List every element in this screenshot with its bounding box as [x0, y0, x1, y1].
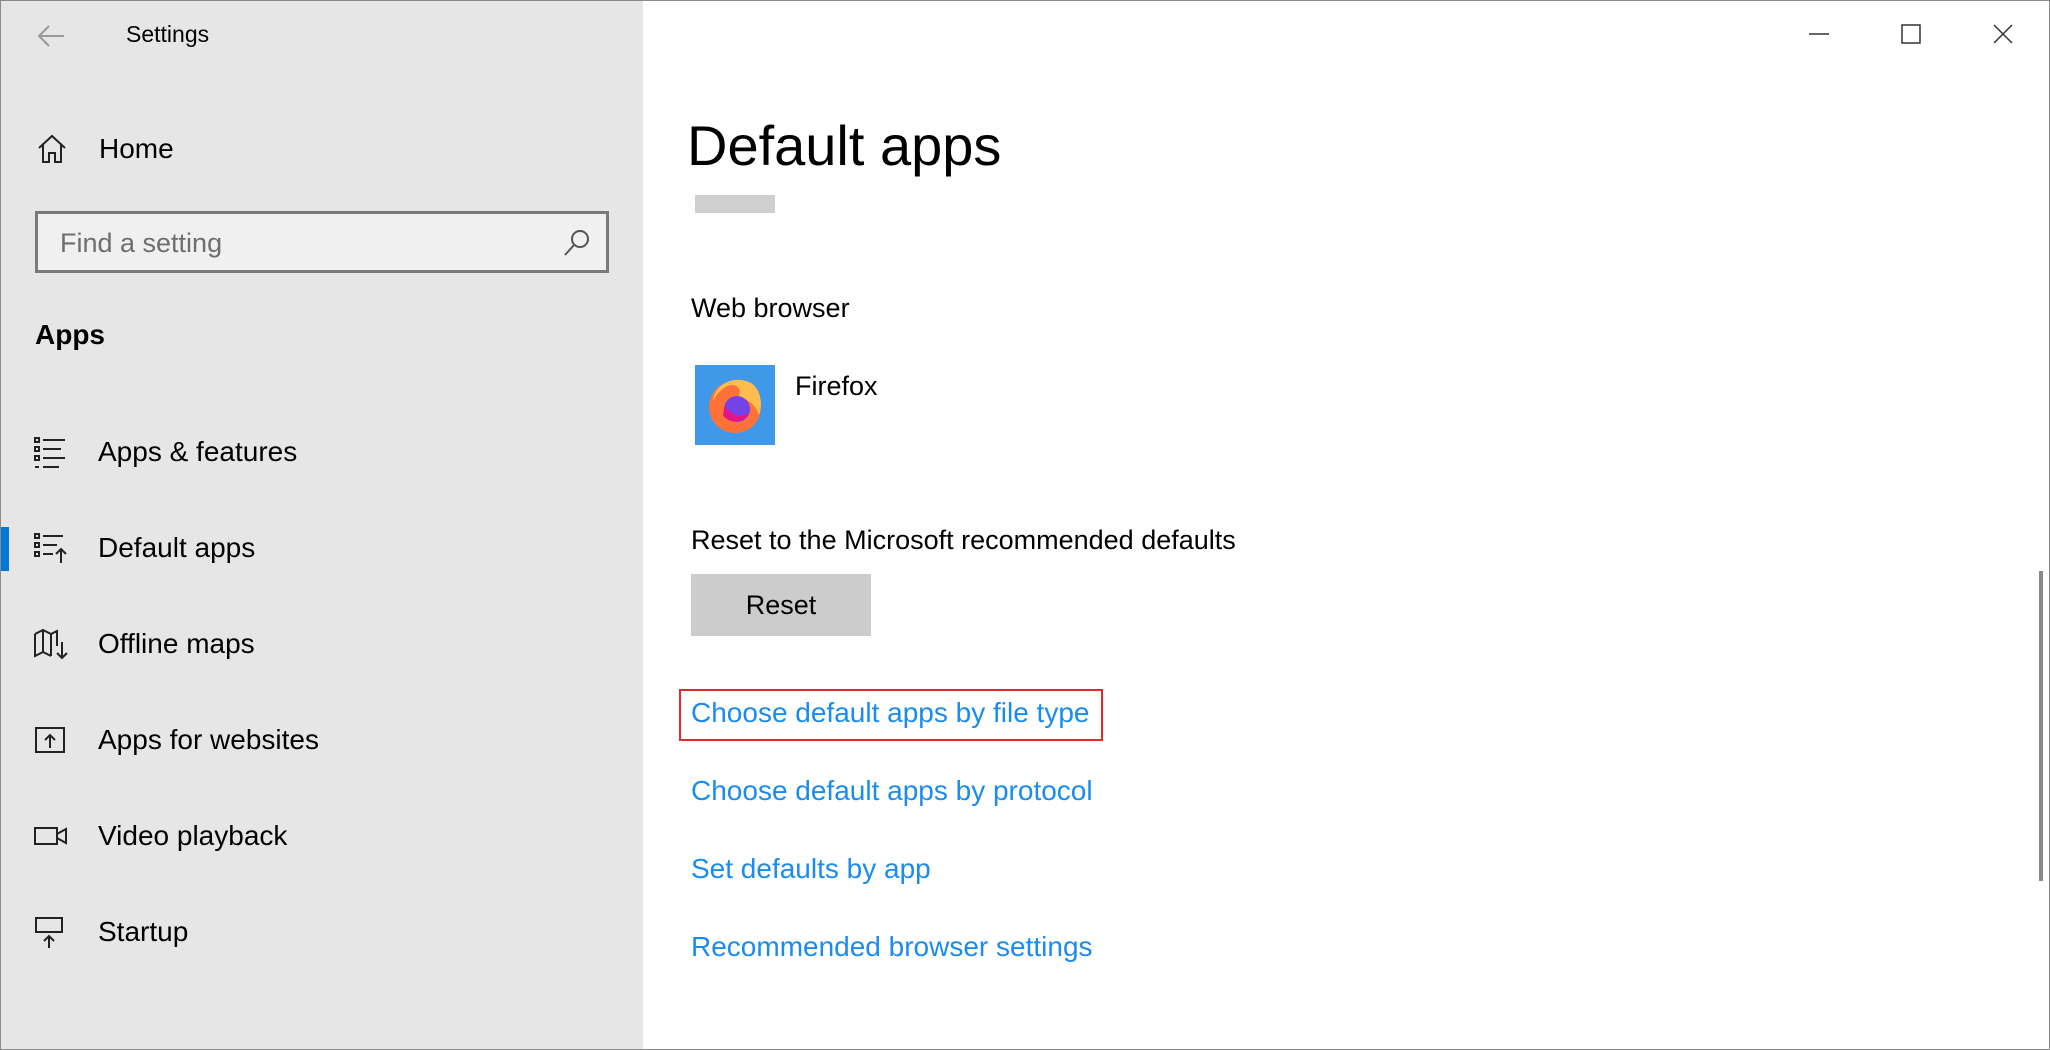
loading-placeholder — [695, 195, 775, 213]
maximize-icon — [1901, 24, 1921, 44]
sidebar-item-apps-features[interactable]: Apps & features — [1, 419, 643, 485]
reset-label: Reset to the Microsoft recommended defau… — [691, 525, 1236, 555]
search-box[interactable] — [35, 211, 609, 273]
scrollbar[interactable] — [2039, 571, 2043, 881]
firefox-icon — [709, 379, 761, 433]
sidebar-item-label: Startup — [98, 916, 189, 947]
maximize-button[interactable] — [1865, 1, 1957, 67]
sidebar-item-label: Apps & features — [98, 436, 298, 467]
sidebar-item-startup[interactable]: Startup — [1, 899, 643, 965]
sidebar-item-apps-for-websites[interactable]: Apps for websites — [1, 707, 643, 773]
selection-indicator — [1, 527, 9, 571]
link-protocol[interactable]: Choose default apps by protocol — [691, 775, 1093, 807]
home-icon — [38, 134, 66, 163]
close-icon — [1993, 24, 2013, 44]
minimize-button[interactable] — [1773, 1, 1865, 67]
page-title: Default apps — [687, 114, 1002, 177]
list-icon — [34, 437, 65, 468]
sidebar-item-label: Offline maps — [98, 628, 255, 659]
sidebar-item-label: Home — [99, 133, 174, 164]
main-panel: Default apps Web browser Firefox Reset t… — [643, 1, 2049, 1049]
sidebar-item-label: Default apps — [98, 532, 256, 563]
web-link-icon — [35, 727, 65, 753]
back-button[interactable] — [31, 19, 71, 53]
search-input[interactable] — [58, 226, 542, 260]
section-title: Apps — [35, 319, 105, 350]
web-browser-label: Web browser — [691, 293, 850, 323]
settings-window: Settings Home Apps — [0, 0, 2050, 1050]
link-file-type[interactable]: Choose default apps by file type — [691, 697, 1089, 729]
sidebar-item-default-apps[interactable]: Default apps — [1, 515, 643, 581]
link-defaults-by-app[interactable]: Set defaults by app — [691, 853, 931, 885]
default-apps-icon — [34, 533, 67, 563]
sidebar: Settings Home Apps — [1, 1, 643, 1049]
startup-icon — [35, 917, 63, 948]
app-title: Settings — [126, 21, 210, 47]
sidebar-item-label: Apps for websites — [98, 724, 319, 755]
sidebar-item-home[interactable]: Home — [1, 119, 643, 179]
sidebar-item-offline-maps[interactable]: Offline maps — [1, 611, 643, 677]
sidebar-item-video-playback[interactable]: Video playback — [1, 803, 643, 869]
minimize-icon — [1809, 33, 1829, 35]
browser-name: Firefox — [795, 371, 878, 401]
sidebar-item-label: Video playback — [98, 820, 288, 851]
window-controls — [1773, 1, 2049, 67]
link-browser-settings[interactable]: Recommended browser settings — [691, 931, 1093, 963]
reset-button[interactable]: Reset — [691, 574, 871, 636]
default-browser-button[interactable] — [695, 365, 775, 445]
close-button[interactable] — [1957, 1, 2049, 67]
back-arrow-icon — [37, 25, 64, 47]
search-icon[interactable] — [562, 228, 592, 258]
map-download-icon — [34, 628, 68, 660]
video-camera-icon — [34, 827, 67, 845]
